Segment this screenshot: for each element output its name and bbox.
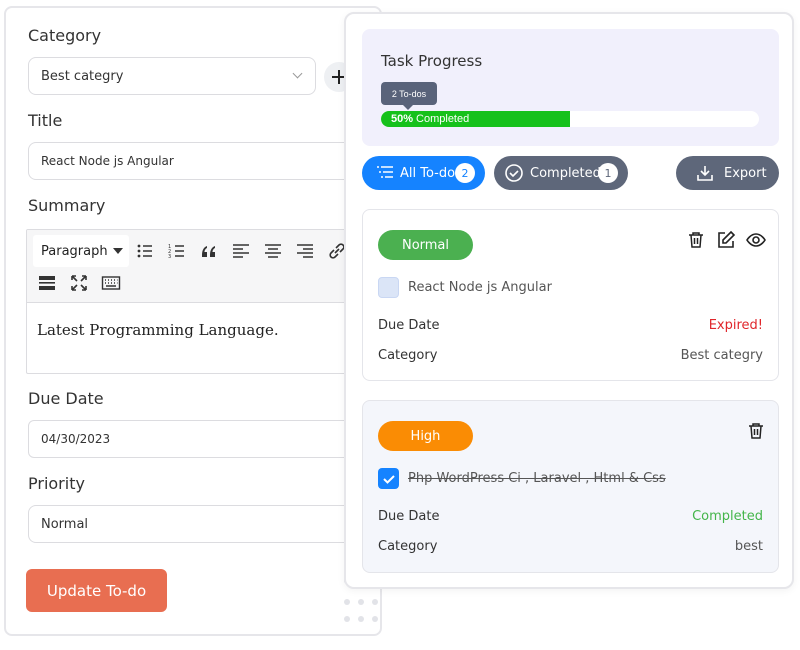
title-input[interactable]: React Node js Angular xyxy=(28,142,388,180)
editor-content[interactable]: Latest Programming Language. xyxy=(27,303,385,357)
category-row-value: Best categry xyxy=(680,348,763,363)
todo-title: Php WordPress Ci , Laravel , Html & Css xyxy=(408,471,666,486)
category-label: Category xyxy=(28,26,102,45)
todo-title: React Node js Angular xyxy=(408,280,552,295)
summary-editor: Paragraph 1 2 3 Latest Programming Langu… xyxy=(26,229,386,374)
filter-completed-count: 1 xyxy=(598,163,618,183)
title-label: Title xyxy=(28,111,63,130)
todo-card: High Php WordPress Ci , Laravel , Html &… xyxy=(362,400,779,573)
keyboard-icon[interactable] xyxy=(101,273,121,293)
filter-all-todo-button[interactable]: All To-do 2 xyxy=(362,156,485,190)
todo-form-panel: Category Best categry Title React Node j… xyxy=(4,6,388,636)
category-row-value: best xyxy=(734,539,763,554)
bulleted-list-icon[interactable] xyxy=(135,241,155,261)
category-row-label: Category xyxy=(378,348,438,363)
progress-percent: 50% xyxy=(391,113,414,125)
align-left-icon[interactable] xyxy=(231,241,251,261)
update-todo-button[interactable]: Update To-do xyxy=(26,569,167,612)
priority-label: Priority xyxy=(28,474,85,493)
checkmark-icon xyxy=(382,474,395,484)
todo-list-panel: Task Progress 2 To-dos 50% Completed All… xyxy=(344,12,794,589)
filter-completed-button[interactable]: Completed 1 xyxy=(494,156,628,190)
title-input-value: React Node js Angular xyxy=(41,154,174,168)
export-button[interactable]: Export xyxy=(676,156,779,190)
card-actions xyxy=(746,421,766,441)
due-date-label: Due Date xyxy=(28,389,104,408)
filter-completed-label: Completed xyxy=(530,165,601,181)
paragraph-format-select[interactable]: Paragraph xyxy=(33,235,129,267)
fullscreen-icon[interactable] xyxy=(69,273,89,293)
paragraph-format-value: Paragraph xyxy=(41,243,108,259)
blockquote-icon[interactable] xyxy=(199,241,219,261)
priority-select-value: Normal xyxy=(41,516,89,532)
download-icon xyxy=(697,166,713,181)
align-right-icon[interactable] xyxy=(295,241,315,261)
list-filter-icon xyxy=(377,166,393,178)
category-select[interactable]: Best categry xyxy=(28,57,316,95)
view-todo-button[interactable] xyxy=(746,230,766,250)
progress-bar: 50% Completed xyxy=(381,111,759,127)
decorative-dot-grid xyxy=(344,564,384,632)
caret-down-icon xyxy=(113,248,123,254)
priority-badge: High xyxy=(378,421,473,451)
delete-todo-button[interactable] xyxy=(686,230,706,250)
export-label: Export xyxy=(724,165,767,181)
align-center-icon[interactable] xyxy=(263,241,283,261)
summary-label: Summary xyxy=(28,196,106,215)
priority-badge: Normal xyxy=(378,230,473,260)
progress-completed-text: Completed xyxy=(416,113,470,125)
due-date-row-label: Due Date xyxy=(378,509,440,524)
editor-toolbar: Paragraph 1 2 3 xyxy=(27,230,385,303)
delete-todo-button[interactable] xyxy=(746,421,766,441)
category-select-value: Best categry xyxy=(41,68,124,84)
due-date-status: Expired! xyxy=(708,318,763,333)
progress-bar-fill: 50% Completed xyxy=(381,111,570,127)
due-date-input[interactable]: 04/30/2023 xyxy=(28,420,388,458)
filter-all-count: 2 xyxy=(455,163,475,183)
todo-card: Normal React Node js Angular Due Date Ex… xyxy=(362,209,779,381)
edit-icon xyxy=(718,230,736,248)
priority-select[interactable]: Normal xyxy=(28,505,388,543)
filter-all-label: All To-do xyxy=(400,165,456,181)
category-row-label: Category xyxy=(378,539,438,554)
card-actions xyxy=(686,230,766,250)
check-circle-icon xyxy=(505,164,523,182)
todo-checkbox[interactable] xyxy=(378,468,399,489)
progress-title: Task Progress xyxy=(381,52,483,70)
horizontal-line-icon[interactable] xyxy=(37,273,57,293)
progress-tooltip: 2 To-dos xyxy=(381,82,437,110)
eye-icon xyxy=(746,233,766,247)
due-date-status: Completed xyxy=(692,509,763,524)
numbered-list-icon[interactable]: 1 2 3 xyxy=(167,241,187,261)
edit-todo-button[interactable] xyxy=(716,230,736,250)
due-date-value: 04/30/2023 xyxy=(41,432,111,446)
chevron-down-icon xyxy=(292,68,303,79)
trash-icon xyxy=(689,232,703,248)
svg-text:3: 3 xyxy=(168,254,171,260)
task-progress-card: Task Progress 2 To-dos 50% Completed xyxy=(362,29,779,146)
trash-icon xyxy=(749,423,763,439)
due-date-row-label: Due Date xyxy=(378,318,440,333)
todo-checkbox[interactable] xyxy=(378,277,399,298)
